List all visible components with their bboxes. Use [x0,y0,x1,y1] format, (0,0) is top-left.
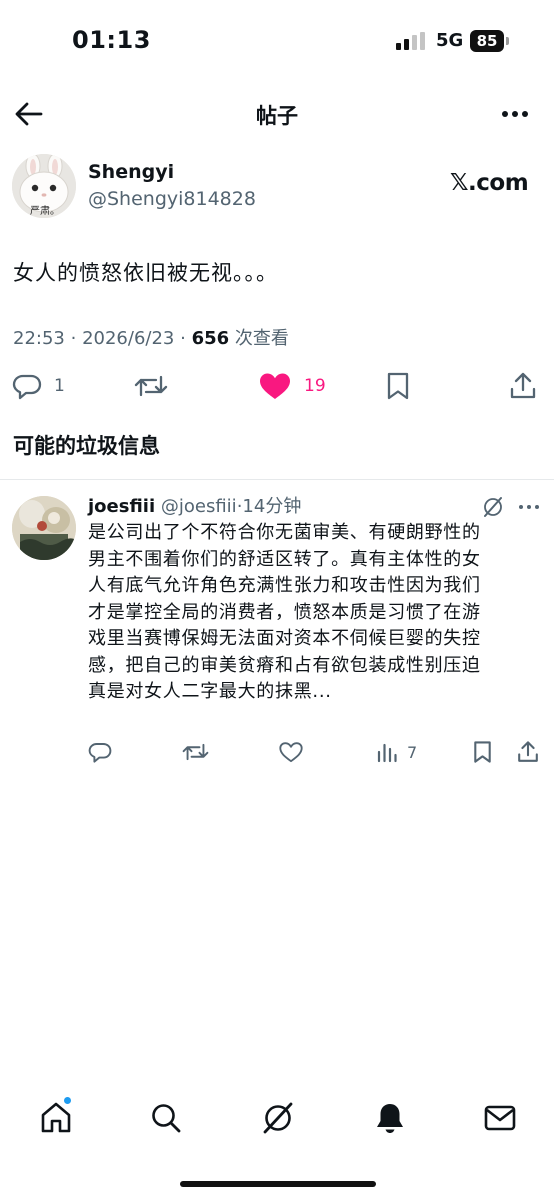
reply-header: joesfiii @joesfiii·14分钟 [88,492,301,518]
post-text: 女人的愤怒依旧被无视。。。 [13,261,278,285]
reply-text-line: 男主不围着你们的舒适区转了。真有主体性的女 [88,548,481,570]
reply-bubble-icon [88,743,112,763]
like-count: 19 [304,376,326,396]
reply-text-line: 真是对女人二字最大的抹黑... [88,681,332,702]
post-action-bar: 1 19 [0,366,554,406]
bookmark-button[interactable] [385,366,411,406]
reply-text-line: 才是掌控全局的消费者，愤怒本质是习惯了在游 [88,601,481,623]
cellular-signal-icon [396,32,426,50]
bookmark-icon [474,741,491,763]
grok-icon [484,497,502,517]
author-handle[interactable]: @Shengyi814828 [88,188,256,210]
view-label: 次查看 [234,328,289,349]
reply-text-line: 人有底气允许角色充满性张力和攻击性因为我们 [88,575,481,596]
reply-views[interactable]: 7 [376,738,417,766]
heart-filled-icon [260,373,290,399]
reply-reply-button[interactable] [88,738,112,766]
more-horizontal-icon [519,505,539,509]
nav-messages[interactable] [480,1098,520,1138]
post-date: 2026/6/23 [82,328,175,349]
reply-bubble-icon [12,374,42,400]
view-count: 656 [191,328,230,349]
reply-count: 1 [54,376,65,396]
views-bar-chart-icon [377,743,397,763]
messages-envelope-icon [484,1105,516,1131]
nav-grok[interactable] [258,1098,298,1138]
meta-separator: · [70,328,77,349]
share-icon [518,741,538,762]
share-icon [510,372,536,399]
reply-author-handle[interactable]: @joesfiii [161,496,237,517]
meta-separator: · [180,328,186,349]
network-type: 5G [436,30,464,51]
avatar-caption: 严肃。 [30,206,60,217]
page-title: 帖子 [256,104,298,128]
reply-view-count: 7 [407,742,418,762]
reply-more-button[interactable] [516,496,542,518]
status-time: 01:13 [72,26,151,54]
reply-time: 14分钟 [242,496,302,517]
repost-icon [182,743,209,761]
grok-button[interactable] [482,496,504,518]
reply-like-button[interactable] [278,738,304,766]
notifications-bell-icon [377,1104,403,1133]
battery-icon: 85 [470,30,504,52]
reply-repost-button[interactable] [182,738,209,766]
bookmark-icon [387,372,409,400]
post-author: 严肃。 Shengyi @Shengyi814828 𝕏.com [0,152,554,220]
share-button[interactable] [508,366,538,406]
battery-cap [506,37,509,45]
reply-text-line: 是公司出了个不符合你无菌审美、有硬朗野性的 [88,522,481,543]
reply-share-button[interactable] [516,738,540,766]
nav-search[interactable] [146,1098,186,1138]
more-options-button[interactable] [496,98,536,130]
home-indicator [180,1181,376,1187]
divider [0,479,554,480]
reply-button[interactable]: 1 [12,366,65,406]
nav-notifications[interactable] [370,1098,410,1138]
heart-outline-icon [279,742,303,763]
repost-icon [134,375,168,397]
search-icon [152,1104,181,1133]
more-horizontal-icon [502,111,528,117]
notification-dot [63,1096,72,1105]
home-icon [41,1102,71,1133]
post-time: 22:53 [13,328,65,349]
avatar[interactable]: 严肃。 [12,154,76,218]
author-name[interactable]: Shengyi [88,161,174,183]
reply-text: 是公司出了个不符合你无菌审美、有硬朗野性的 男主不围着你们的舒适区转了。真有主体… [88,520,538,706]
x-logo: 𝕏.com [450,170,529,196]
reply-author-name[interactable]: joesfiii [88,496,155,517]
repost-button[interactable] [134,366,168,406]
like-button[interactable]: 19 [258,366,326,406]
grok-icon [263,1102,293,1134]
figure-avatar-icon [12,496,76,560]
status-bar: 01:13 5G 85 [0,0,554,80]
reply-text-line: 戏里当赛博保姆无法面对资本不伺候巨婴的失控 [88,628,481,649]
reply-bookmark-button[interactable] [472,738,493,766]
reply-text-line: 感，把自己的审美贫瘠和占有欲包装成性别压迫 [88,654,481,676]
bottom-navigation [0,1090,554,1146]
reply-action-bar: 7 [0,738,554,766]
reply-item[interactable]: joesfiii @joesfiii·14分钟 是公司出了个不符合你无菌审美、有… [0,490,554,780]
spam-section-title: 可能的垃圾信息 [13,434,160,458]
post-meta: 22:53 · 2026/6/23 · 656 次查看 [13,324,289,350]
post-header: 帖子 [0,90,554,138]
avatar[interactable] [12,496,76,560]
